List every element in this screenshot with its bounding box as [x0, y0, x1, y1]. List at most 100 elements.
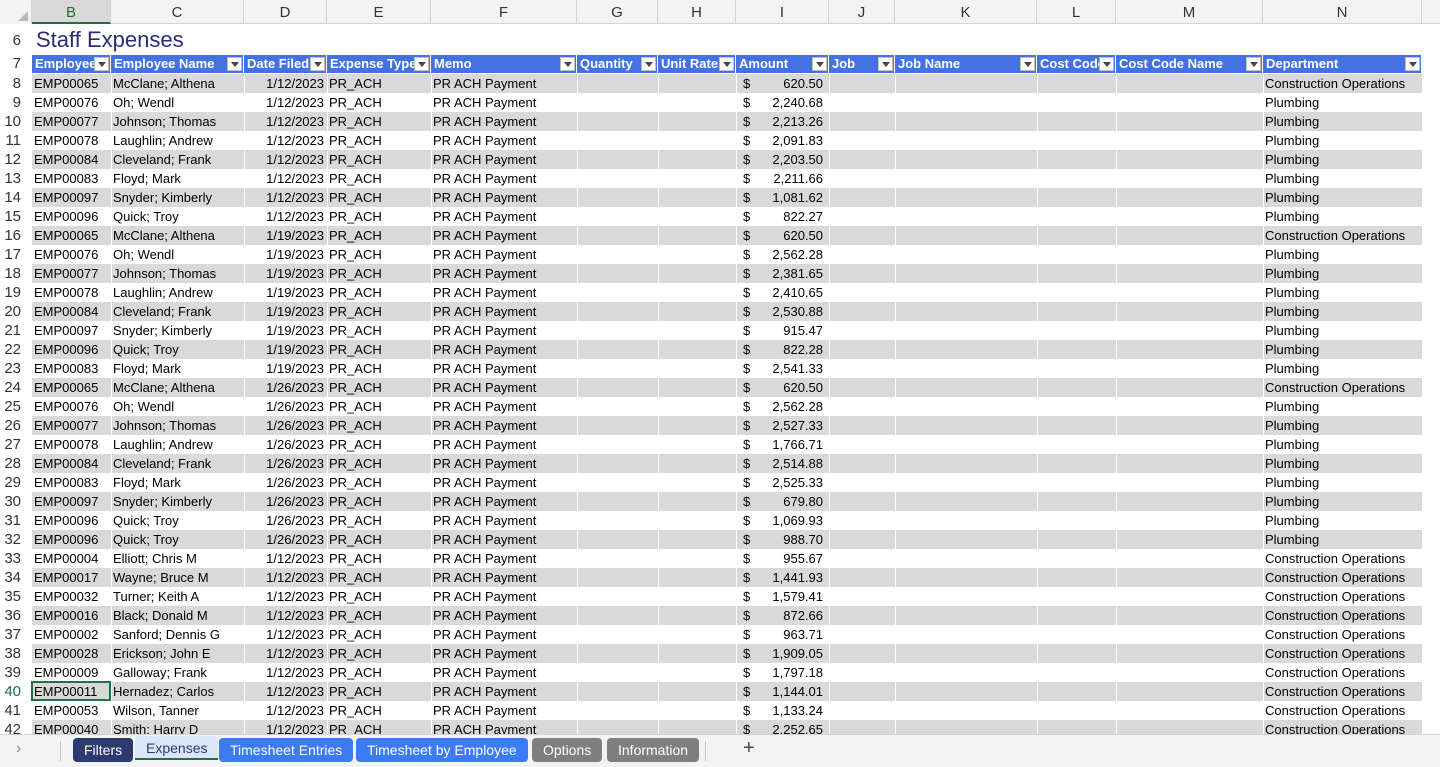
cell-memo[interactable]: PR ACH Payment — [431, 131, 577, 150]
cell-memo[interactable]: PR ACH Payment — [431, 416, 577, 435]
row-header[interactable]: 37 — [0, 625, 32, 644]
tab-expenses[interactable]: Expenses — [135, 736, 219, 760]
cell-employee-name[interactable]: Galloway; Frank — [111, 663, 244, 682]
cell-date-filed[interactable]: 1/19/2023 — [244, 283, 327, 302]
cell-expense-type[interactable]: PR_ACH — [327, 264, 431, 283]
row-header[interactable]: 17 — [0, 245, 32, 264]
cell-employee-name[interactable]: Oh; Wendl — [111, 397, 244, 416]
cell-date-filed[interactable]: 1/12/2023 — [244, 682, 327, 701]
cell-employee-name[interactable]: Johnson; Thomas — [111, 112, 244, 131]
cell-employee-name[interactable]: Laughlin; Andrew — [111, 131, 244, 150]
row-header[interactable]: 10 — [0, 112, 32, 131]
cell-date-filed[interactable]: 1/26/2023 — [244, 397, 327, 416]
filter-dropdown-icon[interactable] — [1246, 57, 1261, 71]
cell-department[interactable]: Construction Operations — [1263, 625, 1422, 644]
cell-department[interactable]: Construction Operations — [1263, 378, 1422, 397]
filter-dropdown-icon[interactable] — [560, 57, 575, 71]
cell-employee-name[interactable]: Turner; Keith A — [111, 587, 244, 606]
cell-employee[interactable]: EMP00065 — [32, 74, 111, 93]
cell-employee-name[interactable]: Laughlin; Andrew — [111, 435, 244, 454]
cell-department[interactable]: Plumbing — [1263, 454, 1422, 473]
cell-employee-name[interactable]: Cleveland; Frank — [111, 454, 244, 473]
cell-memo[interactable]: PR ACH Payment — [431, 720, 577, 734]
cell-expense-type[interactable]: PR_ACH — [327, 530, 431, 549]
cell-employee[interactable]: EMP00083 — [32, 169, 111, 188]
cell-employee-name[interactable]: McClane; Althena — [111, 378, 244, 397]
cell-date-filed[interactable]: 1/12/2023 — [244, 606, 327, 625]
cell-date-filed[interactable]: 1/26/2023 — [244, 378, 327, 397]
cell-employee[interactable]: EMP00028 — [32, 644, 111, 663]
cell-employee[interactable]: EMP00032 — [32, 587, 111, 606]
filter-dropdown-icon[interactable] — [414, 57, 429, 71]
column-header-g[interactable]: G — [577, 0, 658, 24]
row-header[interactable]: 30 — [0, 492, 32, 511]
cell-expense-type[interactable]: PR_ACH — [327, 416, 431, 435]
cell-employee[interactable]: EMP00084 — [32, 302, 111, 321]
cell-expense-type[interactable]: PR_ACH — [327, 492, 431, 511]
cell-department[interactable]: Plumbing — [1263, 302, 1422, 321]
cell-date-filed[interactable]: 1/12/2023 — [244, 663, 327, 682]
cell-department[interactable]: Plumbing — [1263, 131, 1422, 150]
cell-employee-name[interactable]: Smith; Harry D — [111, 720, 244, 734]
cell-date-filed[interactable]: 1/12/2023 — [244, 549, 327, 568]
cell-memo[interactable]: PR ACH Payment — [431, 625, 577, 644]
cell-date-filed[interactable]: 1/19/2023 — [244, 321, 327, 340]
cell-memo[interactable]: PR ACH Payment — [431, 454, 577, 473]
cell-employee[interactable]: EMP00097 — [32, 321, 111, 340]
column-header-j[interactable]: J — [829, 0, 895, 24]
cell-employee[interactable]: EMP00009 — [32, 663, 111, 682]
row-header[interactable]: 20 — [0, 302, 32, 321]
cell-employee-name[interactable]: Erickson; John E — [111, 644, 244, 663]
tab-options[interactable]: Options — [532, 738, 603, 762]
cell-department[interactable]: Construction Operations — [1263, 663, 1422, 682]
row-header[interactable]: 13 — [0, 169, 32, 188]
cell-memo[interactable]: PR ACH Payment — [431, 169, 577, 188]
cell-date-filed[interactable]: 1/26/2023 — [244, 492, 327, 511]
cell-expense-type[interactable]: PR_ACH — [327, 207, 431, 226]
row-header[interactable]: 31 — [0, 511, 32, 530]
row-header[interactable]: 18 — [0, 264, 32, 283]
cell-expense-type[interactable]: PR_ACH — [327, 701, 431, 720]
row-header[interactable]: 29 — [0, 473, 32, 492]
row-header[interactable]: 25 — [0, 397, 32, 416]
cell-expense-type[interactable]: PR_ACH — [327, 245, 431, 264]
select-all-corner[interactable] — [0, 0, 32, 24]
cell-date-filed[interactable]: 1/12/2023 — [244, 93, 327, 112]
row-header[interactable]: 34 — [0, 568, 32, 587]
cell-employee[interactable]: EMP00096 — [32, 511, 111, 530]
cell-employee-name[interactable]: Quick; Troy — [111, 511, 244, 530]
row-header[interactable]: 35 — [0, 587, 32, 606]
filter-dropdown-icon[interactable] — [1405, 57, 1420, 71]
row-header[interactable]: 6 — [0, 30, 32, 50]
filter-dropdown-icon[interactable] — [812, 57, 827, 71]
cell-memo[interactable]: PR ACH Payment — [431, 492, 577, 511]
cell-memo[interactable]: PR ACH Payment — [431, 74, 577, 93]
cell-employee-name[interactable]: Quick; Troy — [111, 530, 244, 549]
row-header[interactable]: 19 — [0, 283, 32, 302]
cell-department[interactable]: Plumbing — [1263, 283, 1422, 302]
column-header-d[interactable]: D — [244, 0, 327, 24]
cell-employee-name[interactable]: Elliott; Chris M — [111, 549, 244, 568]
cell-employee[interactable]: EMP00065 — [32, 226, 111, 245]
cell-employee[interactable]: EMP00065 — [32, 378, 111, 397]
row-header[interactable]: 40 — [0, 682, 32, 701]
cell-employee-name[interactable]: Black; Donald M — [111, 606, 244, 625]
cell-department[interactable]: Plumbing — [1263, 340, 1422, 359]
cell-employee-name[interactable]: Hernadez; Carlos — [111, 682, 244, 701]
cell-memo[interactable]: PR ACH Payment — [431, 150, 577, 169]
row-header[interactable]: 12 — [0, 150, 32, 169]
cell-employee-name[interactable]: Quick; Troy — [111, 207, 244, 226]
cell-department[interactable]: Plumbing — [1263, 112, 1422, 131]
cell-memo[interactable]: PR ACH Payment — [431, 568, 577, 587]
column-header-f[interactable]: F — [431, 0, 577, 24]
row-header[interactable]: 16 — [0, 226, 32, 245]
cell-memo[interactable]: PR ACH Payment — [431, 644, 577, 663]
cell-expense-type[interactable]: PR_ACH — [327, 74, 431, 93]
cell-department[interactable]: Plumbing — [1263, 397, 1422, 416]
row-header[interactable]: 36 — [0, 606, 32, 625]
filter-dropdown-icon[interactable] — [94, 57, 109, 71]
cell-department[interactable]: Plumbing — [1263, 511, 1422, 530]
column-header-c[interactable]: C — [111, 0, 244, 24]
cell-date-filed[interactable]: 1/12/2023 — [244, 568, 327, 587]
cell-employee[interactable]: EMP00002 — [32, 625, 111, 644]
